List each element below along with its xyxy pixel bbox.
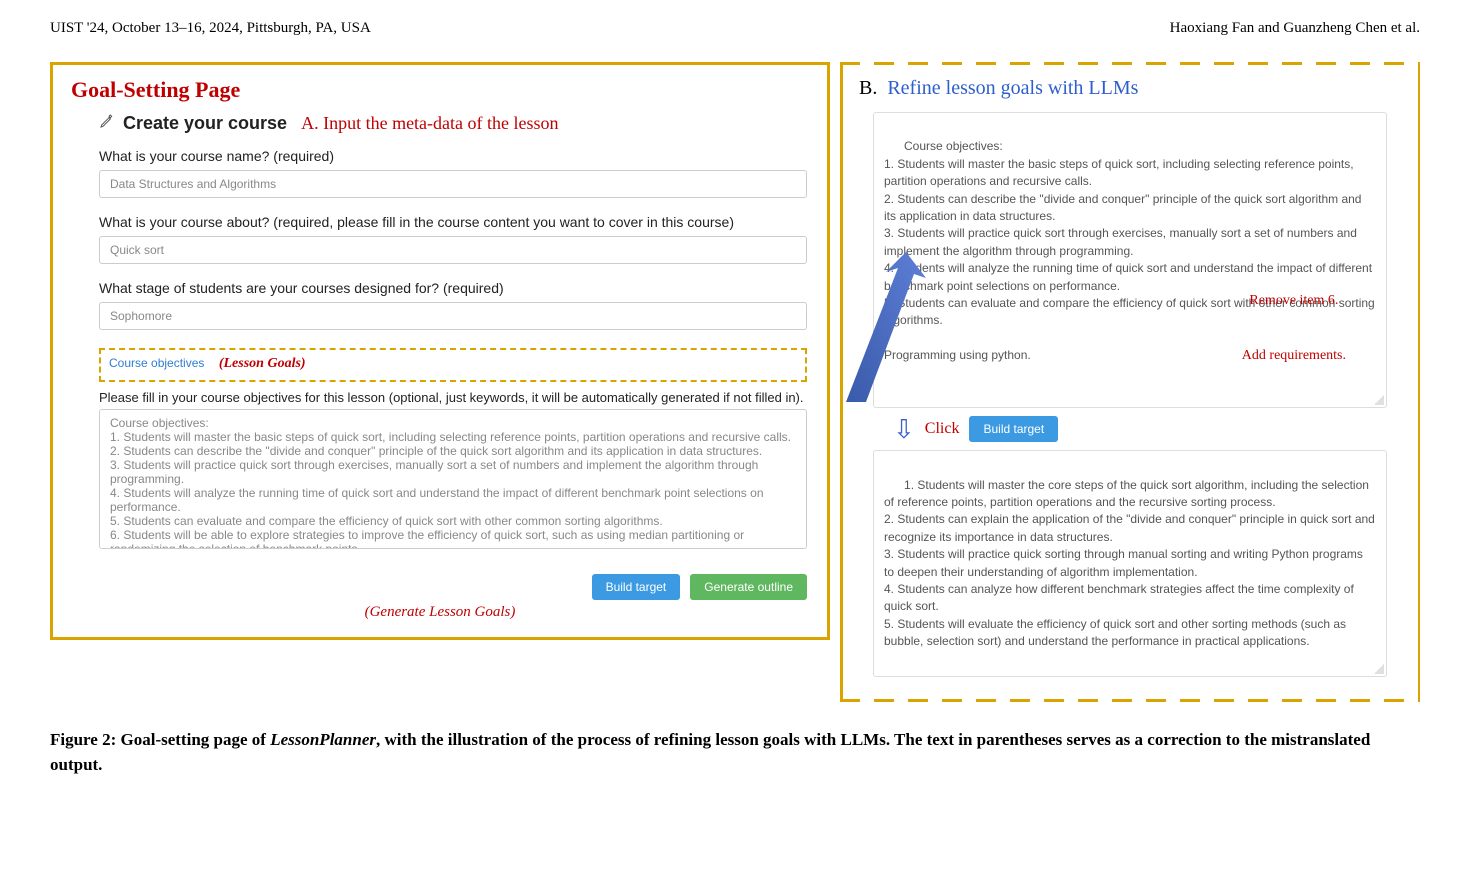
objectives-after-box[interactable]: 1. Students will master the core steps o…	[873, 450, 1387, 677]
objectives-box: Course objectives (Lesson Goals)	[99, 348, 807, 382]
panel-a-title: Goal-Setting Page	[71, 77, 809, 103]
pencil-icon	[99, 113, 115, 134]
anno-remove: Remove item 6.	[1242, 292, 1346, 310]
build-target-button[interactable]: Build target	[592, 574, 681, 600]
click-label: Click	[925, 420, 960, 438]
objectives-after-text: 1. Students will master the core steps o…	[884, 478, 1378, 649]
generate-outline-button[interactable]: Generate outline	[690, 574, 807, 600]
caption-italic: LessonPlanner	[270, 730, 376, 749]
q3-label: What stage of students are your courses …	[99, 280, 809, 296]
course-about-input[interactable]	[99, 236, 807, 264]
course-name-input[interactable]	[99, 170, 807, 198]
flow-arrow-icon	[836, 252, 926, 412]
panel-a: Goal-Setting Page Create your course A. …	[50, 62, 830, 640]
caption-prefix: Figure 2: Goal-setting page of	[50, 730, 270, 749]
q2-label: What is your course about? (required, pl…	[99, 214, 809, 230]
edit-annotation: Remove item 6. Add requirements.	[1242, 256, 1346, 402]
header-left: UIST '24, October 13–16, 2024, Pittsburg…	[50, 20, 371, 37]
panel-b-subtext: Refine lesson goals with LLMs	[887, 77, 1138, 99]
student-stage-input[interactable]	[99, 302, 807, 330]
figure-container: Goal-Setting Page Create your course A. …	[50, 62, 1420, 702]
panel-b: B. Refine lesson goals with LLMs Course …	[840, 62, 1420, 702]
generate-note: (Generate Lesson Goals)	[71, 604, 809, 621]
header-right: Haoxiang Fan and Guanzheng Chen et al.	[1170, 20, 1420, 37]
create-course-label: Create your course	[123, 113, 287, 134]
objectives-instruction: Please fill in your course objectives fo…	[99, 390, 809, 405]
objectives-header: Course objectives	[109, 356, 204, 370]
objectives-header-note: (Lesson Goals)	[219, 356, 306, 371]
q1-label: What is your course name? (required)	[99, 148, 809, 164]
objectives-textarea[interactable]: Course objectives: 1. Students will mast…	[99, 409, 807, 549]
anno-add: Add requirements.	[1242, 347, 1346, 365]
build-target-button-b[interactable]: Build target	[969, 416, 1058, 442]
click-row: ⇩ Click Build target	[893, 416, 1401, 442]
create-course-row: Create your course A. Input the meta-dat…	[99, 113, 809, 134]
panel-a-subtext: Input the meta-data of the lesson	[323, 113, 558, 133]
panel-a-subtitle: A. Input the meta-data of the lesson	[301, 113, 558, 134]
panel-b-title: B. Refine lesson goals with LLMs	[859, 77, 1401, 100]
page-header: UIST '24, October 13–16, 2024, Pittsburg…	[50, 20, 1420, 37]
panel-b-letter: B.	[859, 77, 877, 99]
button-row: Build target Generate outline	[99, 574, 807, 600]
down-arrow-icon: ⇩	[893, 416, 915, 442]
figure-caption: Figure 2: Goal-setting page of LessonPla…	[50, 728, 1420, 777]
objectives-before-box[interactable]: Course objectives: 1. Students will mast…	[873, 112, 1387, 408]
panel-a-letter: A.	[301, 113, 319, 133]
